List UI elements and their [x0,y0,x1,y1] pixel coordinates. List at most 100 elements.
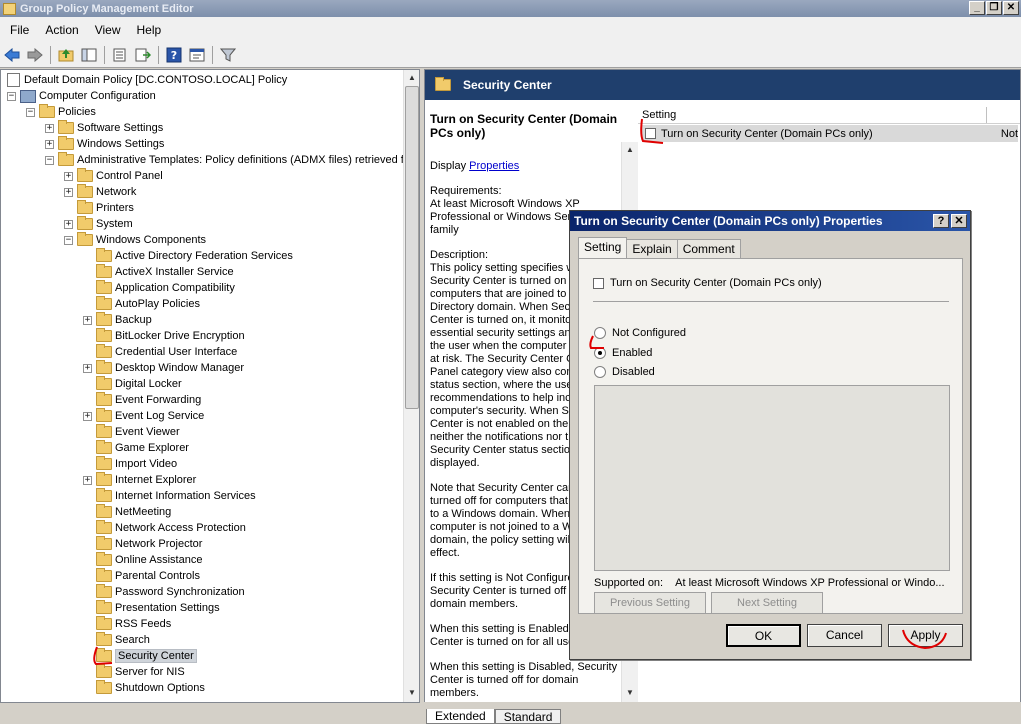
window-title-bar[interactable]: Group Policy Management Editor _ ❐ ✕ [0,0,1021,17]
help-icon[interactable]: ? [164,45,184,65]
tree-item[interactable]: Network Projector [83,536,202,552]
filter-icon[interactable] [218,45,238,65]
scroll-down-arrow-icon[interactable]: ▼ [404,685,419,701]
console-tree[interactable]: Default Domain Policy [DC.CONTOSO.LOCAL]… [0,69,420,703]
cancel-button[interactable]: Cancel [807,624,882,647]
radio-button[interactable] [594,327,606,339]
next-setting-button[interactable]: Next Setting [711,592,823,614]
radio-not-configured[interactable]: Not Configured [594,327,686,339]
scroll-up-arrow-icon[interactable]: ▲ [404,70,419,86]
tree-vertical-scrollbar[interactable]: ▲ ▼ [403,70,419,702]
expand-plus-icon[interactable]: + [64,187,73,197]
dialog-close-button[interactable]: ✕ [951,214,967,228]
properties-icon[interactable] [187,45,207,65]
collapse-minus-icon[interactable]: − [7,91,16,101]
tab-standard[interactable]: Standard [494,709,562,724]
radio-button-checked[interactable] [594,347,606,359]
tree-item[interactable]: Online Assistance [83,552,202,568]
tree-item[interactable]: Server for NIS [83,664,185,680]
tree-item[interactable]: ActiveX Installer Service [83,264,234,280]
tree-item[interactable]: Shutdown Options [83,680,205,696]
tree-item[interactable]: Default Domain Policy [DC.CONTOSO.LOCAL]… [7,72,287,88]
tree-item[interactable]: + Windows Settings [45,136,164,152]
radio-button[interactable] [594,366,606,378]
tree-item[interactable]: Event Viewer [83,424,180,440]
menu-help[interactable]: Help [129,23,170,37]
tree-item[interactable]: Game Explorer [83,440,189,456]
tree-item[interactable]: + Network [64,184,136,200]
tree-item[interactable]: Presentation Settings [83,600,220,616]
list-row-security-center[interactable]: Turn on Security Center (Domain PCs only… [642,125,1018,142]
tree-item[interactable]: + Desktop Window Manager [83,360,244,376]
expand-plus-icon[interactable]: + [83,475,92,485]
up-folder-icon[interactable] [56,45,76,65]
scroll-down-arrow-icon[interactable]: ▼ [622,685,638,701]
expand-plus-icon[interactable]: + [64,171,73,181]
tree-item[interactable]: − Windows Components [64,232,206,248]
tree-item[interactable]: Digital Locker [83,376,182,392]
tree-item[interactable]: Printers [64,200,134,216]
tree-item[interactable]: Password Synchronization [83,584,245,600]
export-list-icon[interactable] [110,45,130,65]
dialog-help-button[interactable]: ? [933,214,949,228]
show-hide-tree-icon[interactable] [79,45,99,65]
tree-item[interactable]: Active Directory Federation Services [83,248,293,264]
back-arrow-icon[interactable] [2,45,22,65]
apply-button[interactable]: Apply [888,624,963,647]
collapse-minus-icon[interactable]: − [64,235,73,245]
collapse-minus-icon[interactable]: − [45,155,54,165]
expand-plus-icon[interactable]: + [45,139,54,149]
dialog-title-bar[interactable]: Turn on Security Center (Domain PCs only… [570,211,970,231]
tree-item[interactable]: Network Access Protection [83,520,246,536]
tab-comment[interactable]: Comment [676,239,741,258]
radio-disabled[interactable]: Disabled [594,366,655,378]
tab-extended[interactable]: Extended [426,709,495,724]
tree-item[interactable]: Parental Controls [83,568,200,584]
scroll-up-arrow-icon[interactable]: ▲ [622,142,638,158]
tree-item[interactable]: + Backup [83,312,152,328]
tree-item[interactable]: Search [83,632,150,648]
tree-item[interactable]: AutoPlay Policies [83,296,200,312]
tree-item[interactable]: BitLocker Drive Encryption [83,328,245,344]
menu-action[interactable]: Action [37,23,86,37]
restore-button[interactable]: ❐ [986,1,1002,15]
scroll-thumb[interactable] [405,86,419,409]
tab-explain[interactable]: Explain [626,239,678,258]
tree-item[interactable]: − Administrative Templates: Policy defini… [45,152,404,168]
ok-button[interactable]: OK [726,624,801,647]
tree-item[interactable]: RSS Feeds [83,616,171,632]
tree-item[interactable]: + Control Panel [64,168,163,184]
column-header-setting[interactable]: Setting [638,107,987,123]
expand-plus-icon[interactable]: + [45,123,54,133]
tab-setting[interactable]: Setting [578,237,628,258]
tree-item[interactable]: Application Compatibility [83,280,235,296]
close-button[interactable]: ✕ [1003,1,1019,15]
menu-view[interactable]: View [87,23,129,37]
expand-plus-icon[interactable]: + [83,363,92,373]
tree-item[interactable]: Credential User Interface [83,344,237,360]
expand-plus-icon[interactable]: + [83,315,92,325]
tree-item[interactable]: Security Center [83,648,197,664]
previous-setting-button[interactable]: Previous Setting [594,592,706,614]
expand-plus-icon[interactable]: + [83,411,92,421]
tree-item[interactable]: − Computer Configuration [7,88,156,104]
tree-item[interactable]: − Policies [26,104,96,120]
column-header-state[interactable] [987,107,1020,123]
properties-link[interactable]: Properties [469,160,519,172]
collapse-minus-icon[interactable]: − [26,107,35,117]
tree-item[interactable]: + Event Log Service [83,408,204,424]
tree-item[interactable]: + System [64,216,133,232]
tree-item[interactable]: Internet Information Services [83,488,256,504]
tree-item[interactable]: Import Video [83,456,177,472]
folder-icon [96,504,112,518]
tree-item[interactable]: NetMeeting [83,504,171,520]
menu-file[interactable]: File [2,23,37,37]
expand-plus-icon[interactable]: + [64,219,73,229]
tree-item[interactable]: Event Forwarding [83,392,201,408]
radio-enabled[interactable]: Enabled [594,347,652,359]
tree-item[interactable]: + Software Settings [45,120,163,136]
export-icon[interactable] [133,45,153,65]
minimize-button[interactable]: _ [969,1,985,15]
forward-arrow-icon[interactable] [25,45,45,65]
tree-item[interactable]: + Internet Explorer [83,472,196,488]
